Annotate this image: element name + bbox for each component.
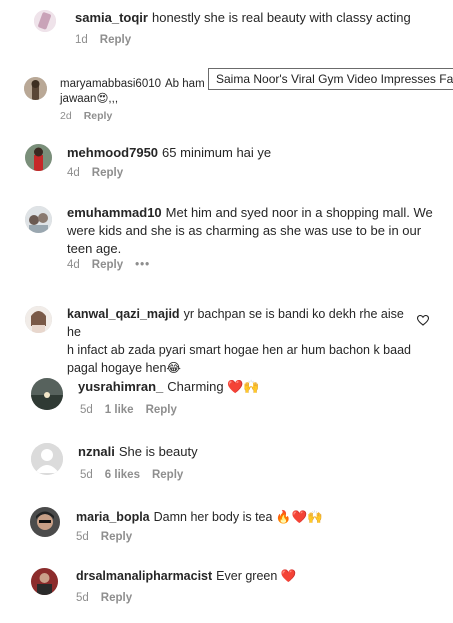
comment-body-line: pagal hogaye hen😂 [67,361,182,375]
avatar-image-icon [25,144,52,171]
comment-text: nznali She is beauty [78,443,198,461]
comment-meta: 5d Reply [76,531,144,543]
reply-button[interactable]: Reply [152,469,183,481]
comment-body: Charming ❤️🙌 [167,379,260,394]
comment-time: 5d [80,469,93,481]
likes-count[interactable]: 6 likes [105,469,140,481]
avatar[interactable] [25,144,52,171]
comment-meta: 5d 1 like Reply [80,404,189,416]
comment-text: samia_toqir honestly she is real beauty w… [75,9,411,27]
comment-body: honestly she is real beauty with classy … [151,10,411,25]
default-avatar-icon [31,443,63,475]
comment-body: Met him and syed noor in a shopping mall… [165,205,433,220]
comment-time: 4d [67,167,80,179]
comment-username[interactable]: drsalmanalipharmacist [76,569,212,583]
avatar[interactable] [30,507,60,537]
comment-username[interactable]: emuhammad10 [67,205,162,220]
comment-body: 65 minimum hai ye [162,145,272,160]
reply-button[interactable]: Reply [101,592,132,604]
comment-time: 5d [76,531,89,543]
comment-time: 5d [80,404,93,416]
comment-body: Damn her body is tea 🔥❤️🙌 [153,510,323,524]
comment-text: mehmood7950 65 minimum hai ye [67,144,271,162]
reply-button[interactable]: Reply [84,110,113,122]
avatar-image-icon [30,507,60,537]
reply-button[interactable]: Reply [92,167,123,179]
comment-username[interactable]: nznali [78,444,115,459]
comment-body: jawaan😍,,, [60,93,119,105]
comment-username[interactable]: samia_toqir [75,10,148,25]
more-options-icon[interactable]: ••• [135,259,150,271]
comment-username[interactable]: yusrahimran_ [78,379,163,394]
likes-count[interactable]: 1 like [105,404,134,416]
comment-meta: 5d 6 likes Reply [80,469,195,481]
comment-username[interactable]: kanwal_qazi_majid [67,307,180,321]
comment-text: maria_bopla Damn her body is tea 🔥❤️🙌 [76,508,323,526]
avatar[interactable] [25,206,52,233]
comment-body: She is beauty [118,444,198,459]
comment-meta: 5d Reply [76,592,144,604]
avatar[interactable] [25,306,52,333]
comment-time: 4d [67,259,80,271]
comment-meta: 4d Reply ••• [67,259,162,271]
avatar[interactable] [31,378,63,410]
comment-username[interactable]: maryamabbasi6010 [60,78,161,90]
comment-body: Ab ham b [165,78,215,90]
avatar-image-icon [24,77,47,100]
avatar-image-icon [34,10,56,32]
avatar[interactable] [31,568,58,595]
avatar-image-icon [31,378,63,410]
heart-outline-icon[interactable] [416,313,430,331]
comment-text-line: jawaan😍,,, [60,90,118,108]
comment-meta: 1d Reply [75,34,143,46]
avatar-image-icon [25,206,52,233]
comment-text: drsalmanalipharmacist Ever green ❤️ [76,567,296,585]
comment-time: 1d [75,34,88,46]
comment-text: kanwal_qazi_majid yr bachpan se is bandi … [67,305,412,377]
reply-button[interactable]: Reply [100,34,131,46]
reply-button[interactable]: Reply [101,531,132,543]
comment-meta: 2d Reply [60,110,124,122]
comment-username[interactable]: mehmood7950 [67,145,158,160]
comment-meta: 4d Reply [67,167,135,179]
comment-text: emuhammad10 Met him and syed noor in a sh… [67,204,437,258]
avatar[interactable] [24,77,47,100]
tooltip: Saima Noor's Viral Gym Video Impresses F… [208,68,453,90]
avatar-image-icon [25,306,52,333]
avatar-image-icon [31,568,58,595]
reply-button[interactable]: Reply [92,259,123,271]
comment-text: yusrahimran_ Charming ❤️🙌 [78,378,260,396]
avatar[interactable] [31,443,63,475]
reply-button[interactable]: Reply [146,404,177,416]
comment-time: 5d [76,592,89,604]
comment-body-line: teen age. [67,241,122,256]
comment-username[interactable]: maria_bopla [76,510,150,524]
avatar[interactable] [34,10,56,32]
comment-body-line: h infact ab zada pyari smart hogae hen a… [67,343,411,357]
comment-body-line: were kids and she is as charming as she … [67,223,422,238]
comment-time: 2d [60,110,72,122]
comment-body: Ever green ❤️ [216,569,297,583]
